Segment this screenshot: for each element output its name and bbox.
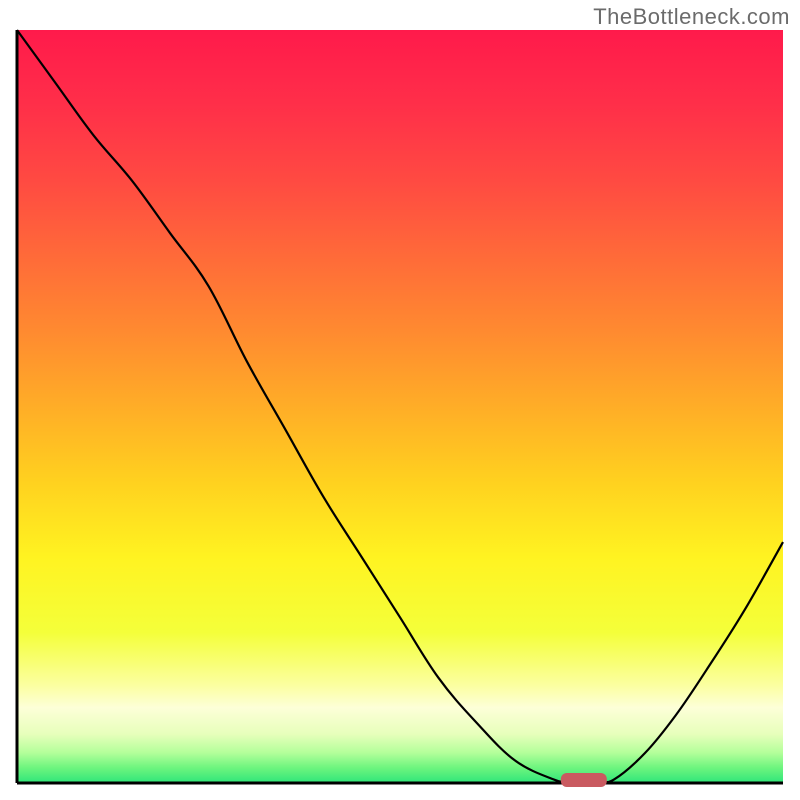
watermark-text: TheBottleneck.com (593, 4, 790, 30)
bottleneck-chart (0, 0, 800, 800)
optimal-marker (561, 773, 607, 787)
plot-background (17, 30, 783, 783)
figure: TheBottleneck.com (0, 0, 800, 800)
